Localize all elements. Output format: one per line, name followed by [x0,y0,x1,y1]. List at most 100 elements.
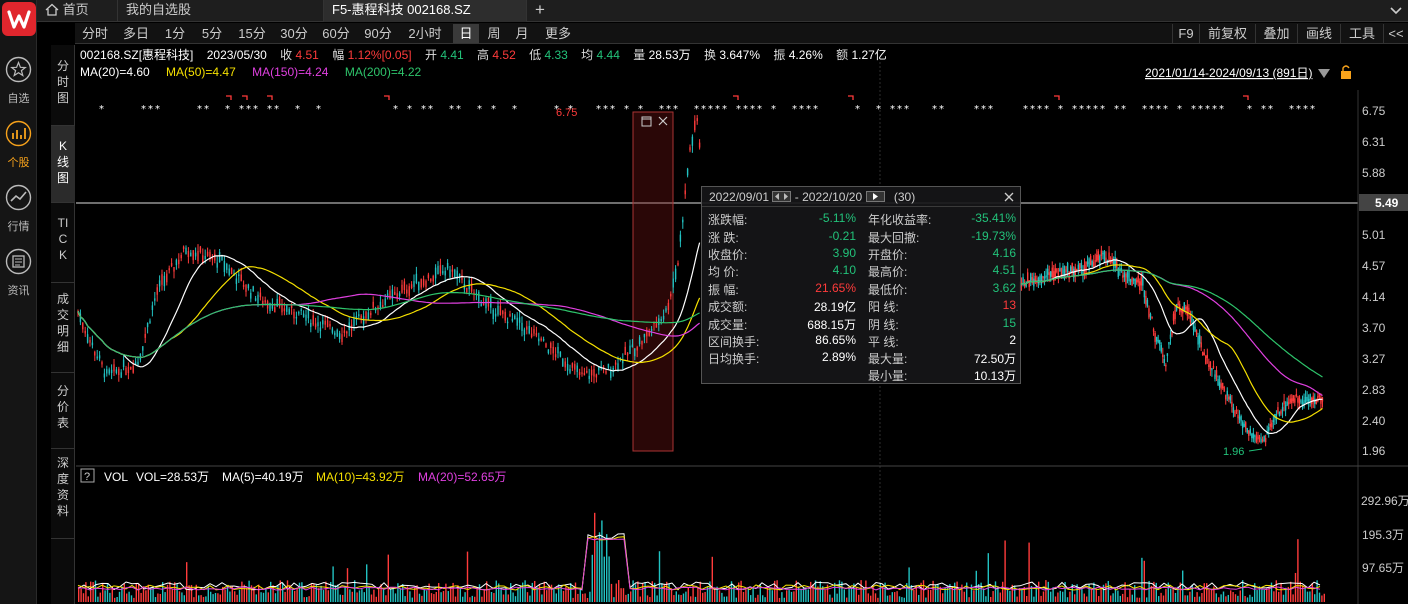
stats-range-start: 2022/09/01 [709,190,770,204]
stat-label: 开盘价: [868,248,908,262]
candle-body [1185,306,1187,310]
volume-bar [702,592,704,602]
range-selection-box[interactable] [632,111,674,452]
close-icon[interactable] [1004,192,1014,202]
volume-bar [913,589,915,602]
volume-bar [1220,594,1222,602]
volume-bar [1050,591,1052,602]
volume-bar [171,589,173,602]
volume-bar [714,588,716,602]
volume-bar [502,594,505,602]
candle-body [1092,261,1095,267]
candle-body [1129,279,1132,282]
candle-body [634,348,636,357]
candle-body [1134,278,1136,287]
signal-flag [267,95,273,100]
volume-bar [104,590,106,602]
volume-bar [1165,588,1167,602]
volume-bar [1057,592,1059,602]
candle-body [1131,277,1133,286]
signal-star: * [981,104,986,115]
candle-body [1050,271,1052,277]
volume-bar [675,591,677,602]
candle-body [533,329,535,334]
candle-body [1043,276,1046,279]
candle-body [1295,393,1298,397]
candle-body [1291,398,1293,404]
volume-bar [1218,597,1220,602]
candle-body [694,120,696,131]
candle-body [84,330,86,334]
volume-bar [867,593,869,602]
signal-flag [848,95,854,100]
date-range-label[interactable]: 2021/01/14-2024/09/13 (891日) [1145,66,1312,80]
volume-bar [1093,582,1095,602]
volume-bar [1141,557,1143,602]
volume-bar [1138,597,1141,602]
volume-bar [954,582,956,602]
price-tick: 4.14 [1362,290,1386,304]
price-tick: 2.83 [1362,383,1386,397]
signal-star: * [743,104,748,115]
candle-body [1097,251,1100,261]
range-dropdown-icon[interactable] [1318,69,1330,78]
signal-star: * [1121,104,1126,115]
price-tick: 1.96 [1362,444,1386,458]
volume-bar [685,591,687,602]
candle-body [187,251,190,258]
volume-bar [159,593,161,602]
volume-bar [942,593,944,602]
volume-bar [392,587,394,602]
volume-bar [613,597,615,602]
volume-bar [224,589,226,602]
candle-body [276,298,278,307]
volume-bar [870,595,872,602]
volume-bar [426,590,428,602]
candle-body [1205,356,1207,365]
volume-bar [512,592,514,602]
candle-body [1054,268,1057,277]
volume-bar [637,581,639,602]
range-prev-icon[interactable] [772,191,792,202]
volume-tick: 97.65万 [1362,561,1404,575]
lock-icon[interactable] [1341,65,1351,79]
candle-body [1065,266,1067,273]
volume-bar [687,587,689,602]
volume-bar [507,594,509,602]
candle-body [578,372,581,376]
volume-bar [819,581,821,602]
signal-star: * [673,104,678,115]
volume-bar [1184,595,1186,602]
candle-body [1258,437,1261,439]
candle-body [197,250,199,262]
signal-star: * [407,104,412,115]
candle-body [686,168,689,176]
volume-bar [610,583,613,602]
volume-bar [690,596,692,602]
range-next-icon[interactable] [865,191,885,202]
candle-body [1143,291,1146,298]
volume-bar [1100,587,1102,602]
volume-bar [1006,588,1009,602]
stat-label: 阴 线: [868,318,899,332]
candle-body [667,302,670,310]
volume-bar [862,588,865,602]
volume-bar [1251,596,1253,602]
volume-bar [438,583,440,602]
candle-body [89,339,91,343]
volume-bar [1126,597,1129,602]
candle-body [480,303,482,307]
ma200-line [1019,269,1323,378]
signal-star: * [1310,104,1315,115]
volume-bar [274,593,277,602]
volume-bar [752,587,754,602]
signal-star: * [1247,104,1252,115]
candle-body [451,269,454,272]
candle-body [288,308,290,315]
candle-body [655,323,658,328]
volume-bar [930,589,932,602]
volume-bar [848,587,850,602]
candle-body [514,315,516,320]
volume-bar [373,589,375,602]
signal-star: * [225,104,230,115]
